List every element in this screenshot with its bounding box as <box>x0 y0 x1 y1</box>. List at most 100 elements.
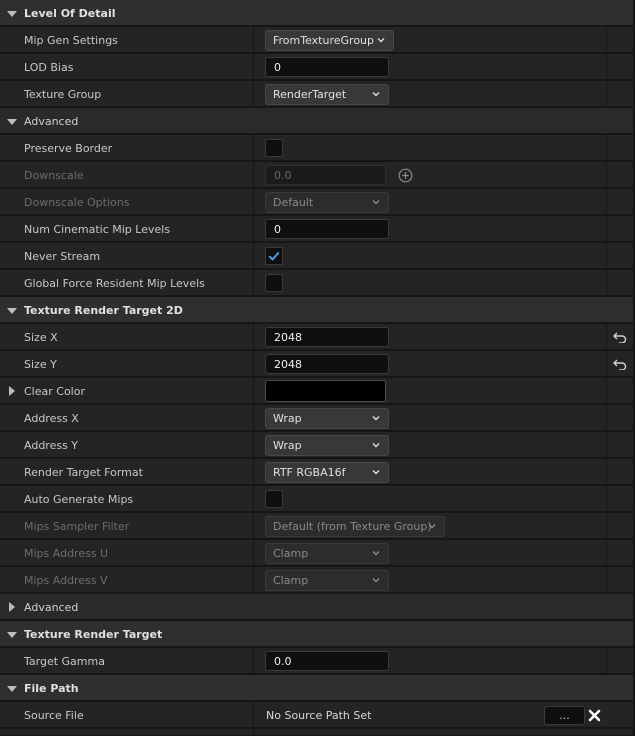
chevron-down-icon <box>372 577 380 582</box>
property-row-address-x: Address X Wrap <box>0 405 633 431</box>
global-force-resident-checkbox[interactable] <box>265 274 283 292</box>
property-label: Mips Address V <box>24 573 108 587</box>
dropdown-value: RTF RGBA16f <box>273 465 346 479</box>
texture-group-dropdown[interactable]: RenderTarget <box>265 83 389 105</box>
property-row-downscale: Downscale 0.0 <box>0 162 633 188</box>
property-label: Mips Sampler Filter <box>24 519 130 533</box>
dropdown-value: Wrap <box>273 411 302 425</box>
checkmark-icon <box>268 251 280 261</box>
property-label: Clear Color <box>24 384 85 398</box>
property-row-preserve-border: Preserve Border <box>0 135 633 161</box>
property-label: Auto Generate Mips <box>24 492 134 506</box>
chevron-down-icon <box>372 91 380 96</box>
property-row-render-target-format: Render Target Format RTF RGBA16f <box>0 459 633 485</box>
target-gamma-input[interactable]: 0.0 <box>265 651 389 671</box>
property-row-downscale-options: Downscale Options Default <box>0 189 633 215</box>
property-label: Downscale Options <box>24 195 130 209</box>
property-row-address-y: Address Y Wrap <box>0 432 633 458</box>
property-label: Source File <box>24 708 84 722</box>
address-x-dropdown[interactable]: Wrap <box>265 407 389 429</box>
property-row-mips-address-v: Mips Address V Clamp <box>0 567 633 593</box>
reset-to-default-icon[interactable] <box>613 358 627 370</box>
chevron-down-icon <box>377 37 385 42</box>
never-stream-checkbox[interactable] <box>265 247 283 265</box>
dropdown-value: Default <box>273 195 314 209</box>
property-label: Target Gamma <box>24 654 105 668</box>
chevron-down-icon <box>372 442 380 447</box>
property-row-mips-address-u: Mips Address U Clamp <box>0 540 633 566</box>
property-label: Size X <box>24 330 58 344</box>
property-label: Mip Gen Settings <box>24 33 118 47</box>
downscale-options-dropdown[interactable]: Default <box>265 191 389 213</box>
browse-button[interactable]: ... <box>544 706 585 725</box>
property-label: Global Force Resident Mip Levels <box>24 276 205 290</box>
expand-arrow-icon[interactable] <box>7 11 17 17</box>
mips-address-v-dropdown[interactable]: Clamp <box>265 569 389 591</box>
mips-sampler-filter-dropdown[interactable]: Default (from Texture Group) <box>265 515 445 537</box>
category-file-path[interactable]: File Path <box>0 675 633 701</box>
property-row-source-file: Source File No Source Path Set ... <box>0 702 633 728</box>
category-advanced-collapsed[interactable]: Advanced <box>0 594 633 620</box>
property-row-size-y: Size Y 2048 <box>0 351 633 377</box>
expand-arrow-icon[interactable] <box>7 632 17 638</box>
add-circle-icon[interactable] <box>398 168 413 183</box>
dropdown-value: Default (from Texture Group) <box>273 519 432 533</box>
size-y-input[interactable]: 2048 <box>265 354 389 374</box>
downscale-input[interactable]: 0.0 <box>265 165 386 185</box>
category-texture-render-target[interactable]: Texture Render Target <box>0 621 633 647</box>
mip-gen-settings-dropdown[interactable]: FromTextureGroup <box>265 29 394 51</box>
chevron-down-icon <box>372 415 380 420</box>
property-label: Render Target Format <box>24 465 143 479</box>
property-label: Downscale <box>24 168 84 182</box>
expand-arrow-icon[interactable] <box>7 686 17 692</box>
category-label: Level Of Detail <box>24 6 116 20</box>
property-label: Preserve Border <box>24 141 113 155</box>
expand-arrow-icon[interactable] <box>9 602 15 612</box>
property-row-never-stream: Never Stream <box>0 243 633 269</box>
property-label: Size Y <box>24 357 57 371</box>
property-row-target-gamma: Target Gamma 0.0 <box>0 648 633 674</box>
category-label: Texture Render Target 2D <box>24 303 183 317</box>
category-texture-render-target-2d[interactable]: Texture Render Target 2D <box>0 297 633 323</box>
clear-color-swatch[interactable] <box>265 380 386 402</box>
property-row-global-force-resident-mip-levels: Global Force Resident Mip Levels <box>0 270 633 296</box>
reset-to-default-icon[interactable] <box>613 331 627 343</box>
property-row-size-x: Size X 2048 <box>0 324 633 350</box>
details-panel: Level Of Detail Mip Gen Settings FromTex… <box>0 0 635 736</box>
address-y-dropdown[interactable]: Wrap <box>265 434 389 456</box>
expand-arrow-icon[interactable] <box>7 119 17 125</box>
dropdown-value: FromTextureGroup <box>273 33 375 47</box>
chevron-down-icon <box>372 550 380 555</box>
category-level-of-detail[interactable]: Level Of Detail <box>0 0 633 26</box>
render-target-format-dropdown[interactable]: RTF RGBA16f <box>265 461 389 483</box>
property-row-clear-color: Clear Color <box>0 378 633 404</box>
category-label: Advanced <box>24 114 79 128</box>
lod-bias-input[interactable]: 0 <box>265 57 389 77</box>
property-row-partial <box>0 729 633 736</box>
property-label: Mips Address U <box>24 546 109 560</box>
expand-arrow-icon[interactable] <box>9 386 15 396</box>
size-x-input[interactable]: 2048 <box>265 327 389 347</box>
property-row-mips-sampler-filter: Mips Sampler Filter Default (from Textur… <box>0 513 633 539</box>
preserve-border-checkbox[interactable] <box>265 139 283 157</box>
category-advanced[interactable]: Advanced <box>0 108 633 134</box>
chevron-down-icon <box>372 469 380 474</box>
property-row-texture-group: Texture Group RenderTarget <box>0 81 633 107</box>
property-row-num-cinematic-mip-levels: Num Cinematic Mip Levels 0 <box>0 216 633 242</box>
source-file-path: No Source Path Set <box>266 708 372 722</box>
property-label: LOD Bias <box>24 60 74 74</box>
property-row-auto-generate-mips: Auto Generate Mips <box>0 486 633 512</box>
dropdown-value: Clamp <box>273 573 309 587</box>
chevron-down-icon <box>428 523 436 528</box>
dropdown-value: Clamp <box>273 546 309 560</box>
category-label: Texture Render Target <box>24 627 163 641</box>
property-row-lod-bias: LOD Bias 0 <box>0 54 633 80</box>
chevron-down-icon <box>372 199 380 204</box>
category-label: Advanced <box>24 600 79 614</box>
property-row-mip-gen-settings: Mip Gen Settings FromTextureGroup <box>0 27 633 53</box>
mips-address-u-dropdown[interactable]: Clamp <box>265 542 389 564</box>
auto-generate-mips-checkbox[interactable] <box>265 490 283 508</box>
expand-arrow-icon[interactable] <box>7 308 17 314</box>
clear-icon[interactable] <box>588 709 601 722</box>
num-cinematic-mip-levels-input[interactable]: 0 <box>265 219 389 239</box>
